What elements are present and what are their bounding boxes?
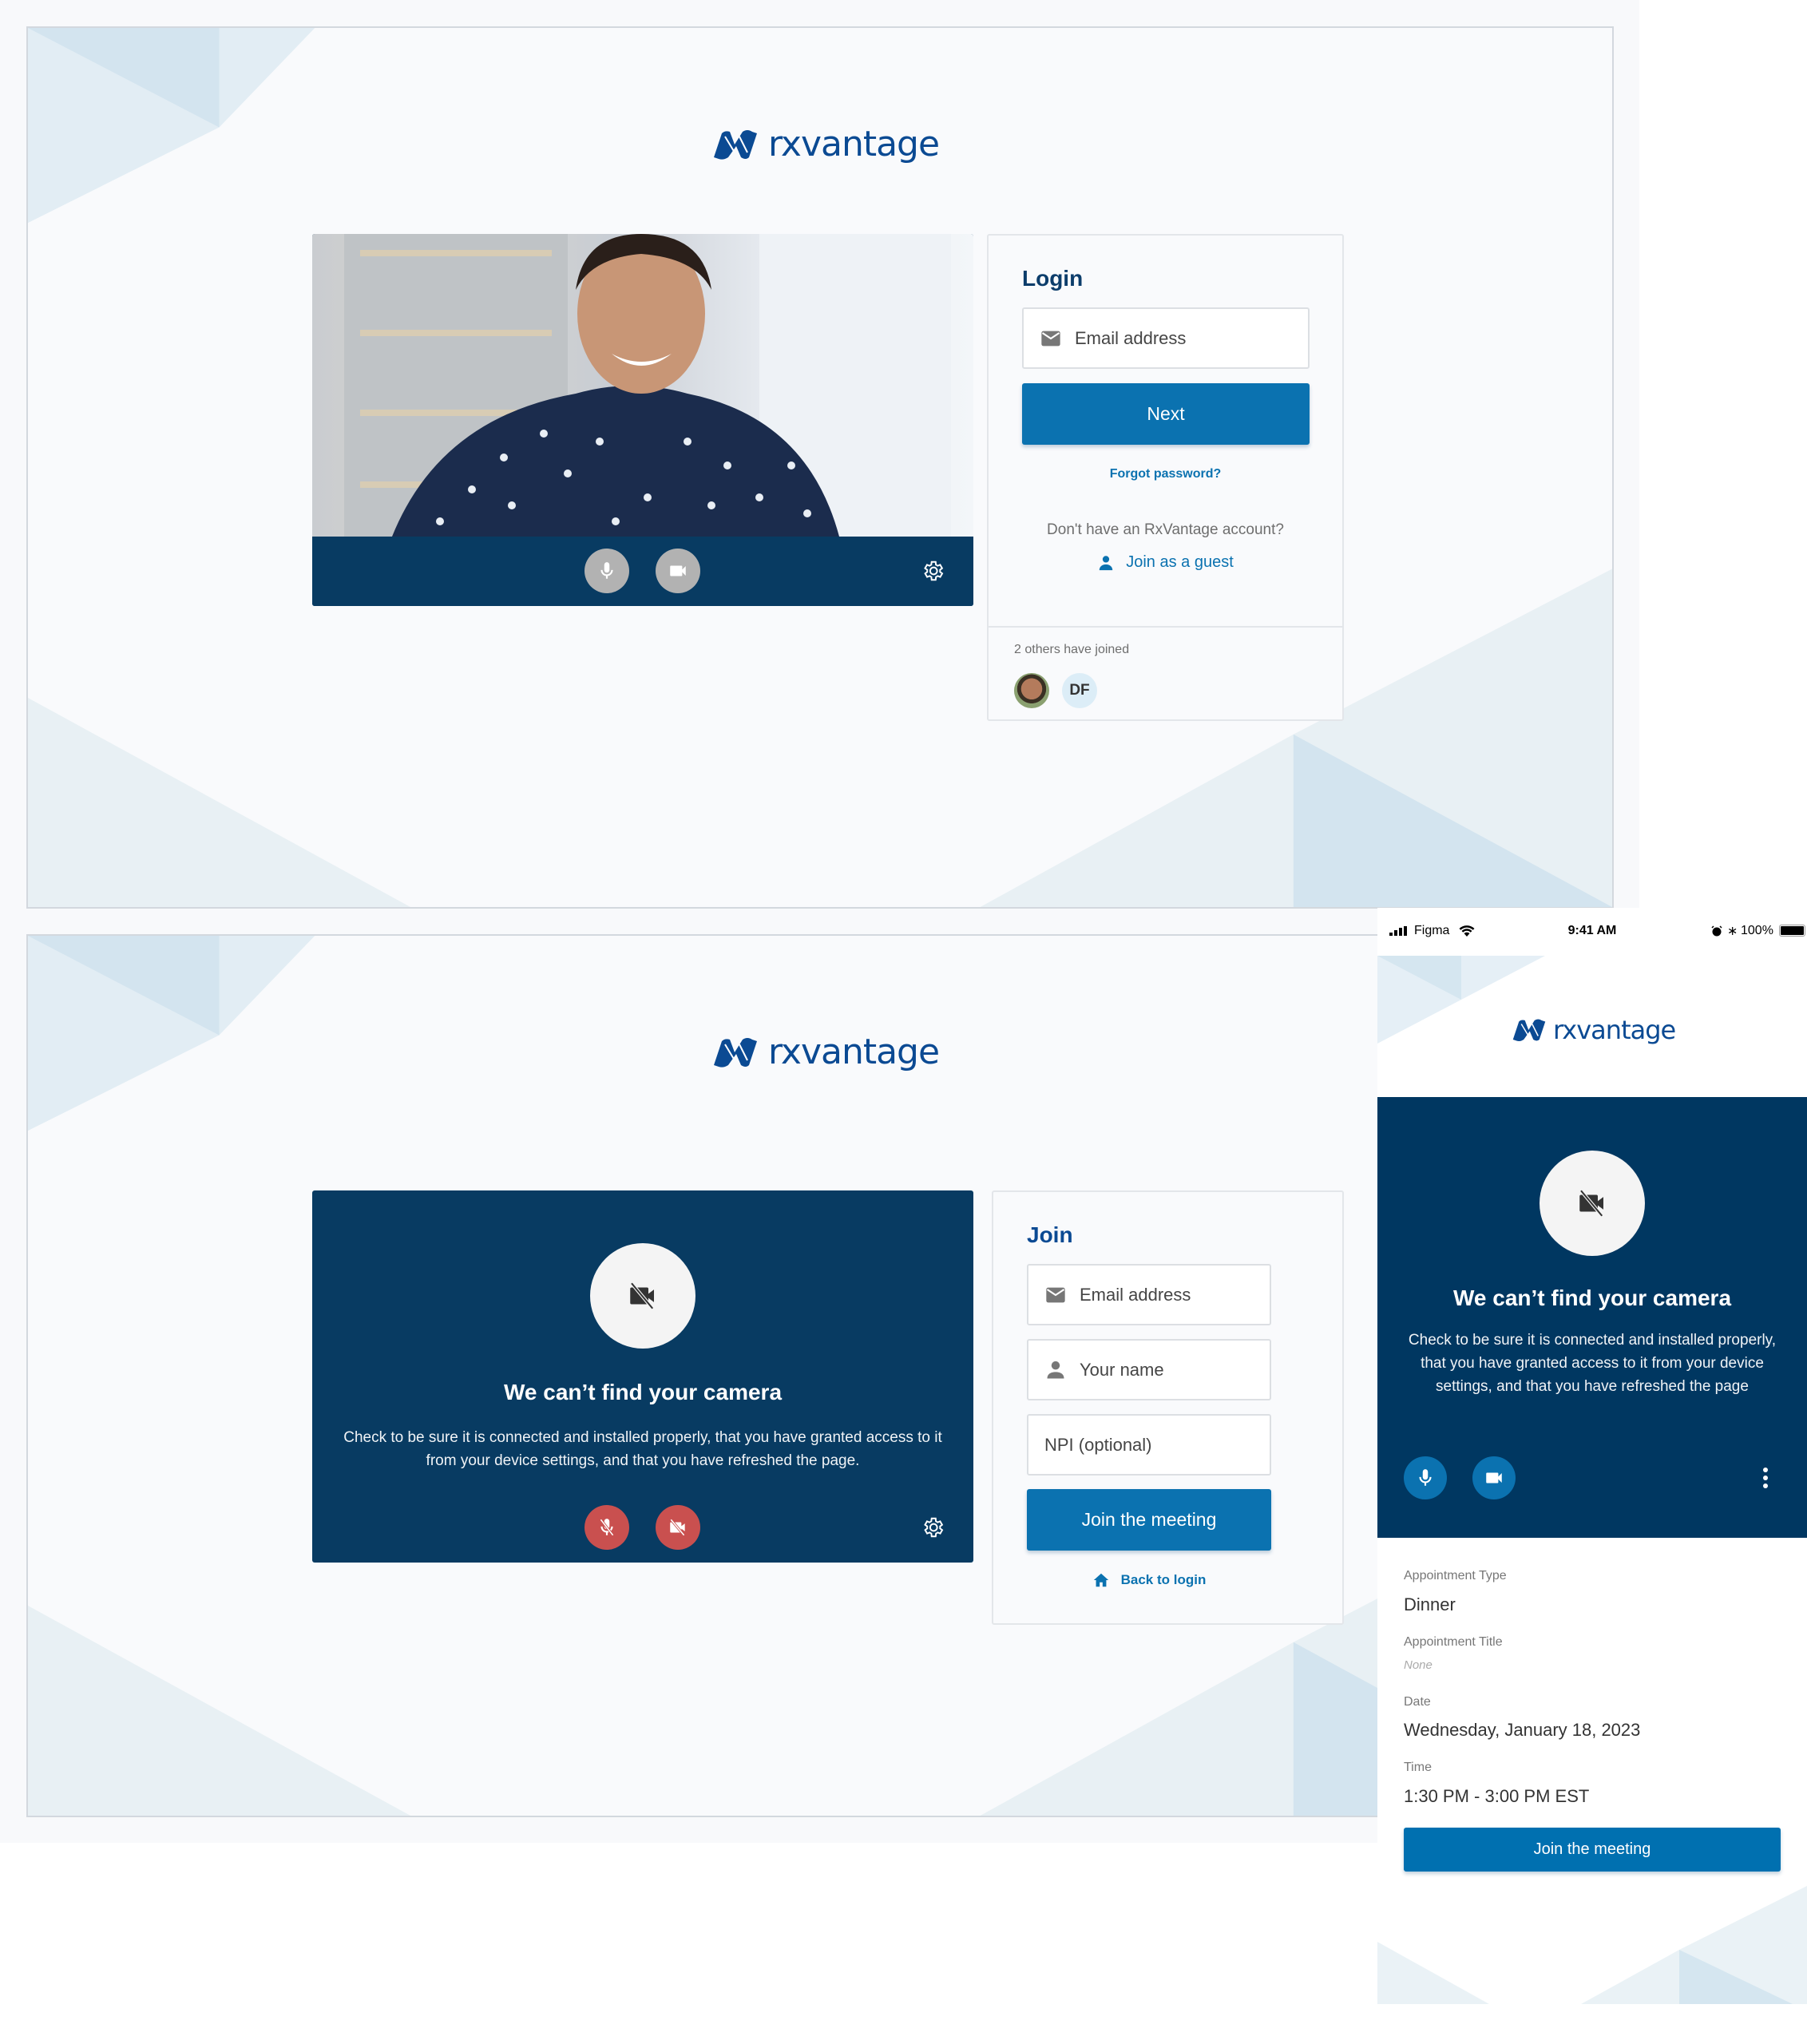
appointment-type-label: Appointment Type — [1404, 1569, 1507, 1583]
microphone-toggle-button[interactable] — [1404, 1456, 1447, 1499]
date-value: Wednesday, January 18, 2023 — [1404, 1720, 1641, 1740]
camera-error-panel: We can’t find your camera Check to be su… — [312, 1190, 973, 1563]
person-photo-illustration — [344, 234, 951, 537]
person-icon — [1099, 555, 1113, 570]
back-to-login-link[interactable]: Back to login — [1027, 1571, 1271, 1589]
participant-avatar-initials: DF — [1062, 673, 1097, 708]
email-field[interactable]: Email address — [1022, 307, 1310, 369]
time-value: 1:30 PM - 3:00 PM EST — [1404, 1786, 1590, 1806]
camera-feed-image — [312, 234, 973, 537]
join-screen-frame: rxvantage We can’t find your camera Chec… — [26, 934, 1614, 1817]
email-placeholder: Email address — [1075, 327, 1187, 348]
video-camera-off-icon — [670, 1519, 685, 1536]
npi-placeholder: NPI (optional) — [1044, 1434, 1152, 1455]
video-camera-icon — [670, 565, 686, 576]
envelope-icon — [1041, 331, 1060, 346]
envelope-icon — [1046, 1287, 1065, 1302]
microphone-toggle-button[interactable] — [585, 1505, 629, 1550]
login-title: Login — [1022, 266, 1084, 291]
battery-icon — [1779, 925, 1805, 937]
appointment-type-value: Dinner — [1404, 1594, 1456, 1614]
forgot-password-label: Forgot password? — [1109, 467, 1222, 481]
brand-logo: rxvantage — [711, 124, 940, 164]
participant-avatar-photo — [1014, 673, 1049, 708]
more-options-icon[interactable] — [1761, 1467, 1770, 1489]
camera-toggle-button[interactable] — [1472, 1456, 1516, 1499]
microphone-icon — [600, 562, 613, 579]
alarm-icon — [1711, 925, 1722, 937]
join-meeting-button[interactable]: Join the meeting — [1404, 1828, 1781, 1872]
brand-logo: rxvantage — [711, 1032, 940, 1072]
join-as-guest-label: Join as a guest — [1126, 553, 1234, 571]
brand-logo: rxvantage — [1510, 1015, 1676, 1045]
npi-field[interactable]: NPI (optional) — [1027, 1414, 1271, 1476]
brand-name: rxvantage — [1553, 1015, 1676, 1045]
join-card: Join Email address Your name NPI (option… — [992, 1190, 1344, 1625]
settings-gear-icon[interactable] — [921, 559, 945, 583]
microphone-toggle-button[interactable] — [585, 549, 629, 593]
person-icon — [1047, 1361, 1064, 1378]
name-placeholder: Your name — [1080, 1359, 1164, 1380]
video-camera-icon — [1486, 1472, 1502, 1483]
bluetooth-icon: ∗ — [1727, 925, 1738, 938]
rxvantage-logo-icon — [1512, 1019, 1546, 1041]
camera-error-title: We can’t find your camera — [1452, 1285, 1732, 1310]
join-meeting-button[interactable]: Join the meeting — [1027, 1489, 1271, 1551]
camera-off-badge — [590, 1243, 695, 1349]
next-button[interactable]: Next — [1022, 383, 1310, 445]
login-card: Login Email address Next Forgot password… — [987, 234, 1344, 721]
rxvantage-logo-icon — [714, 1037, 757, 1068]
rxvantage-logo-icon — [714, 129, 757, 160]
card-divider — [989, 626, 1342, 628]
appointment-title-value: None — [1404, 1658, 1433, 1672]
microphone-icon — [1419, 1469, 1432, 1486]
join-as-guest-link[interactable]: Join as a guest — [989, 553, 1342, 572]
camera-toggle-button[interactable] — [656, 549, 700, 593]
no-account-text: Don't have an RxVantage account? — [1047, 521, 1284, 538]
login-screen-frame: rxvantage Login Email address Next Forgo… — [26, 26, 1614, 909]
camera-toggle-button[interactable] — [656, 1505, 700, 1550]
camera-error-title: We can’t find your camera — [503, 1380, 783, 1404]
brand-name: rxvantage — [768, 124, 940, 164]
settings-gear-icon[interactable] — [921, 1515, 945, 1539]
time-label: Time — [1404, 1761, 1432, 1774]
email-placeholder: Email address — [1080, 1284, 1191, 1305]
video-camera-off-icon — [630, 1281, 654, 1310]
appointment-title-label: Appointment Title — [1404, 1635, 1503, 1649]
mobile-join-screen: Figma 9:41 AM ∗ 100% rxvantage We can’t … — [1377, 908, 1807, 2004]
home-icon — [1093, 1573, 1108, 1587]
camera-error-message: Check to be sure it is connected and ins… — [1408, 1332, 1777, 1395]
others-joined-text: 2 others have joined — [1014, 643, 1130, 656]
participant-initials: DF — [1069, 682, 1090, 699]
camera-error-message: Check to be sure it is connected and ins… — [343, 1429, 942, 1469]
back-to-login-label: Back to login — [1120, 1572, 1207, 1587]
camera-off-badge — [1540, 1151, 1645, 1256]
video-control-bar — [312, 537, 973, 606]
battery-percent: 100% — [1741, 924, 1773, 937]
video-preview — [312, 234, 973, 606]
video-camera-off-icon — [1579, 1189, 1603, 1218]
forgot-password-link[interactable]: Forgot password? — [989, 467, 1342, 481]
name-field[interactable]: Your name — [1027, 1339, 1271, 1400]
brand-name: rxvantage — [768, 1032, 940, 1072]
microphone-off-icon — [600, 1519, 614, 1536]
camera-error-panel: We can’t find your camera Check to be su… — [1377, 1097, 1807, 1538]
status-bar: Figma 9:41 AM ∗ 100% — [1377, 908, 1807, 956]
join-title: Join — [1027, 1222, 1073, 1247]
date-label: Date — [1404, 1695, 1431, 1709]
email-field[interactable]: Email address — [1027, 1264, 1271, 1325]
